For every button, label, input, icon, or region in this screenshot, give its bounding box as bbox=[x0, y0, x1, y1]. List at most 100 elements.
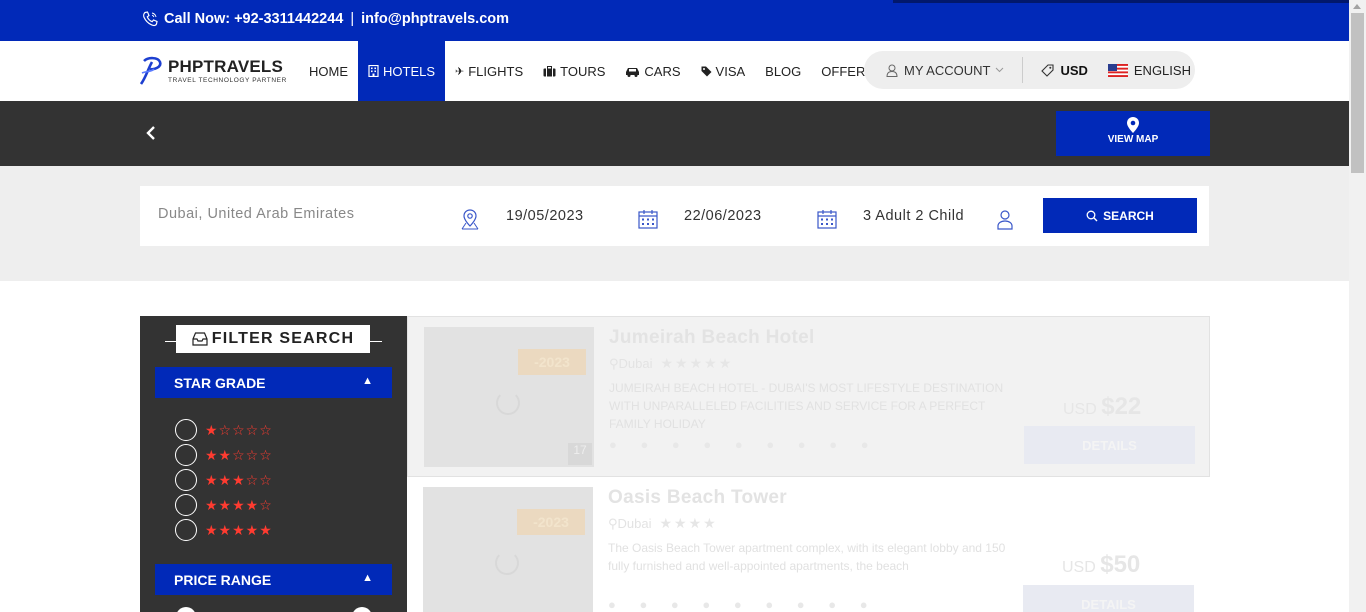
hotel-location: ⚲ Dubai ★★★★★ bbox=[609, 355, 733, 372]
star-rating-3: ★★★☆☆ bbox=[205, 471, 273, 488]
star-radio-5[interactable] bbox=[175, 519, 197, 541]
scroll-up-arrow-icon[interactable] bbox=[1353, 4, 1361, 9]
hotel-stars: ★★★★★ bbox=[660, 355, 734, 371]
hotel-card[interactable]: -2023 17 Jumeirah Beach Hotel ⚲ Dubai ★★… bbox=[407, 316, 1210, 477]
nav-flights[interactable]: ✈ FLIGHTS bbox=[445, 41, 533, 101]
price-max-handle[interactable] bbox=[352, 607, 372, 612]
location-pin-icon: ⚲ bbox=[608, 515, 618, 531]
star-radio-3[interactable] bbox=[175, 469, 197, 491]
currency-selector[interactable]: USD bbox=[1041, 62, 1088, 78]
star-option-2[interactable]: ★★☆☆☆ bbox=[175, 444, 273, 466]
us-flag-icon bbox=[1107, 63, 1128, 77]
price-range-toggle[interactable]: PRICE RANGE ▲ bbox=[155, 564, 392, 595]
loading-spinner-icon bbox=[496, 391, 520, 415]
details-button[interactable]: DETAILS bbox=[1023, 585, 1194, 612]
price-amount: $22 bbox=[1101, 393, 1142, 420]
calendar-icon bbox=[817, 210, 837, 229]
details-button[interactable]: DETAILS bbox=[1024, 426, 1195, 464]
star-option-5[interactable]: ★★★★★ bbox=[175, 519, 273, 541]
nav-visa-label: VISA bbox=[715, 63, 746, 79]
nav-visa[interactable]: VISA bbox=[691, 41, 756, 101]
star-rating-5: ★★★★★ bbox=[205, 521, 273, 538]
star-rating-1: ★☆☆☆☆ bbox=[205, 421, 273, 438]
hotel-location: ⚲ Dubai ★★★★ bbox=[608, 515, 718, 532]
top-contact-bar: Call Now: +92-3311442244 | info@phptrave… bbox=[0, 0, 1349, 41]
chevron-down-icon bbox=[996, 67, 1004, 73]
nav-menu: HOME HOTELS ✈ FLIGHTS TOURS CARS VISA BL… bbox=[299, 41, 884, 101]
nav-hotels[interactable]: HOTELS bbox=[358, 41, 446, 101]
amenity-icons: ● ● ● ● ● ● ● ● ● bbox=[608, 597, 878, 612]
star-option-1[interactable]: ★☆☆☆☆ bbox=[175, 419, 273, 441]
user-icon bbox=[886, 64, 898, 77]
star-grade-toggle[interactable]: STAR GRADE ▲ bbox=[155, 367, 392, 398]
star-radio-1[interactable] bbox=[175, 419, 197, 441]
nav-home[interactable]: HOME bbox=[299, 41, 358, 101]
hotel-icon bbox=[368, 65, 379, 77]
call-now-label: Call Now: bbox=[164, 11, 231, 27]
hotel-name[interactable]: Jumeirah Beach Hotel bbox=[609, 327, 815, 349]
currency-label: USD bbox=[1060, 62, 1088, 78]
filter-sidebar: FILTER SEARCH STAR GRADE ▲ ★☆☆☆☆ ★★☆☆☆ ★… bbox=[140, 316, 407, 612]
nav-blog[interactable]: BLOG bbox=[755, 41, 811, 101]
plane-icon: ✈ bbox=[455, 65, 465, 78]
destination-input[interactable]: Dubai, United Arab Emirates bbox=[158, 206, 354, 222]
hotel-description: JUMEIRAH BEACH HOTEL - DUBAI'S MOST LIFE… bbox=[609, 381, 1004, 431]
search-section: Dubai, United Arab Emirates 19/05/2023 2… bbox=[0, 166, 1349, 281]
view-map-label: VIEW MAP bbox=[1107, 134, 1159, 145]
hotel-thumbnail[interactable]: -2023 bbox=[423, 487, 593, 612]
suitcase-icon bbox=[543, 65, 556, 76]
amenity-icons: ● ● ● ● ● ● ● ● ● bbox=[609, 437, 879, 452]
price-min-handle[interactable] bbox=[176, 607, 196, 612]
star-rating-2: ★★☆☆☆ bbox=[205, 446, 273, 463]
price-amount: $50 bbox=[1100, 551, 1141, 578]
checkout-date-input[interactable]: 22/06/2023 bbox=[684, 208, 762, 224]
money-tag-icon bbox=[1041, 63, 1054, 77]
main-navbar: PHPTRAVELS TRAVEL TECHNOLOGY PARTNER HOM… bbox=[0, 41, 1349, 101]
my-account-dropdown[interactable]: MY ACCOUNT bbox=[886, 63, 1004, 78]
hotel-location-label: Dubai bbox=[617, 516, 652, 531]
location-icon bbox=[461, 209, 479, 230]
page-header-band: VIEW MAP bbox=[0, 101, 1349, 166]
hotel-name[interactable]: Oasis Beach Tower bbox=[608, 487, 787, 509]
brand-tagline: TRAVEL TECHNOLOGY PARTNER bbox=[168, 77, 287, 84]
hotel-card[interactable]: -2023 Oasis Beach Tower ⚲ Dubai ★★★★ The… bbox=[407, 477, 1210, 612]
language-selector[interactable]: ENGLISH bbox=[1107, 63, 1191, 78]
logo-mark-icon bbox=[139, 56, 162, 85]
star-grade-label: STAR GRADE bbox=[174, 374, 266, 391]
nav-tours-label: TOURS bbox=[560, 63, 606, 79]
hotel-description: The Oasis Beach Tower apartment complex,… bbox=[608, 541, 1006, 573]
nav-cars[interactable]: CARS bbox=[615, 41, 690, 101]
star-radio-4[interactable] bbox=[175, 494, 197, 516]
chevron-up-icon: ▲ bbox=[362, 572, 373, 584]
account-bar: MY ACCOUNT USD ENGLISH bbox=[864, 51, 1195, 89]
discount-badge: -2023 bbox=[517, 509, 585, 535]
search-button[interactable]: SEARCH bbox=[1043, 198, 1197, 233]
hotel-results-list: -2023 17 Jumeirah Beach Hotel ⚲ Dubai ★★… bbox=[407, 316, 1210, 612]
contact-info: Call Now: +92-3311442244 | info@phptrave… bbox=[142, 11, 509, 27]
star-option-3[interactable]: ★★★☆☆ bbox=[175, 469, 273, 491]
email-link[interactable]: info@phptravels.com bbox=[361, 11, 509, 27]
guests-input[interactable]: 3 Adult 2 Child bbox=[863, 208, 964, 224]
loading-spinner-icon bbox=[495, 551, 519, 575]
location-pin-icon: ⚲ bbox=[609, 355, 619, 371]
tag-icon bbox=[701, 66, 712, 76]
nav-hotels-label: HOTELS bbox=[383, 63, 436, 79]
page-scrollbar[interactable] bbox=[1349, 0, 1366, 612]
search-button-label: SEARCH bbox=[1103, 208, 1154, 223]
user-icon bbox=[997, 210, 1013, 230]
star-radio-2[interactable] bbox=[175, 444, 197, 466]
nav-cars-label: CARS bbox=[644, 63, 681, 79]
brand-name: PHPTRAVELS bbox=[168, 57, 284, 76]
checkin-date-input[interactable]: 19/05/2023 bbox=[506, 208, 584, 224]
chevron-up-icon: ▲ bbox=[362, 375, 373, 387]
view-map-button[interactable]: VIEW MAP bbox=[1056, 111, 1210, 156]
phone-number[interactable]: +92-3311442244 bbox=[234, 11, 343, 27]
hotel-thumbnail[interactable]: -2023 17 bbox=[424, 327, 594, 467]
nav-tours[interactable]: TOURS bbox=[533, 41, 615, 101]
brand-logo[interactable]: PHPTRAVELS TRAVEL TECHNOLOGY PARTNER bbox=[138, 55, 287, 87]
scroll-thumb[interactable] bbox=[1351, 13, 1364, 173]
filter-title: FILTER SEARCH bbox=[176, 325, 370, 353]
hotel-price: USD $22 bbox=[1063, 393, 1141, 421]
star-option-4[interactable]: ★★★★☆ bbox=[175, 494, 273, 516]
back-button[interactable] bbox=[145, 121, 157, 147]
